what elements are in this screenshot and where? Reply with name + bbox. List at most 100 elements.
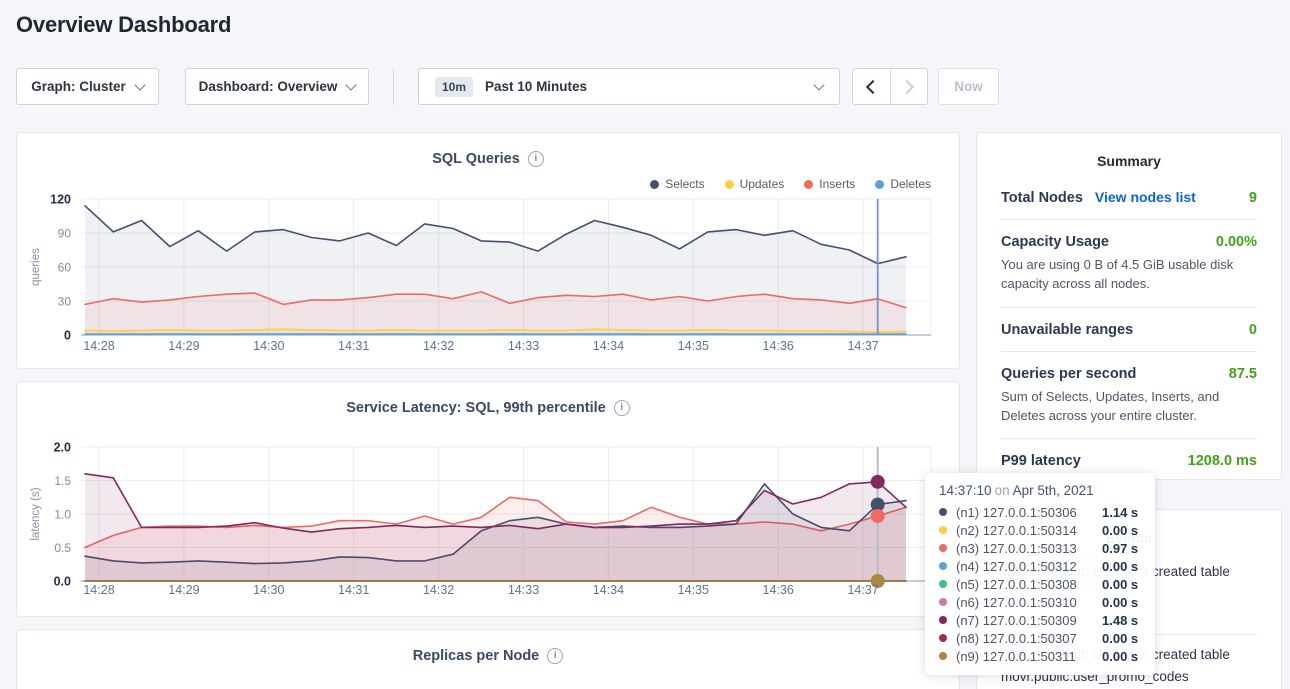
time-range-badge: 10m [435, 77, 473, 97]
tooltip-node-value: 0.00 s [1102, 631, 1138, 646]
tooltip-node-value: 1.48 s [1102, 613, 1138, 628]
x-tick-label: 14:31 [338, 583, 369, 597]
tooltip-row: (n6) 127.0.0.1:503100.00 s [939, 593, 1141, 611]
app-root: Overview Dashboard Graph: Cluster Dashbo… [0, 0, 1290, 689]
hover-point [871, 509, 885, 523]
tooltip-node-value: 0.97 s [1102, 541, 1138, 556]
x-tick-label: 14:34 [593, 339, 624, 353]
time-prev-button[interactable] [853, 69, 891, 104]
y-tick-label: 0.0 [54, 575, 71, 589]
tooltip-node-value: 1.14 s [1102, 505, 1138, 520]
tooltip-node-label: (n5) 127.0.0.1:50308 [956, 577, 1102, 592]
tooltip-row: (n7) 127.0.0.1:503091.48 s [939, 611, 1141, 629]
metric-label: Capacity Usage [1001, 234, 1109, 250]
chart-title: Replicas per Node [17, 648, 959, 664]
summary-metric-head: Queries per second87.5 [1001, 366, 1257, 382]
summary-metric: Total Nodes View nodes list 9 [1001, 175, 1257, 220]
tooltip-row: (n9) 127.0.0.1:503110.00 s [939, 647, 1141, 665]
summary-metric: Capacity Usage0.00%You are using 0 B of … [1001, 220, 1257, 308]
node-color-dot [939, 508, 947, 516]
metric-value: 9 [1249, 190, 1257, 206]
tooltip-node-value: 0.00 s [1102, 595, 1138, 610]
tooltip-row: (n8) 127.0.0.1:503070.00 s [939, 629, 1141, 647]
chevron-down-icon [813, 79, 824, 90]
node-color-dot [939, 616, 947, 624]
tooltip-node-label: (n2) 127.0.0.1:50314 [956, 523, 1102, 538]
summary-metric: Unavailable ranges 0 [1001, 308, 1257, 352]
chart-title-text: Replicas per Node [413, 648, 540, 664]
node-color-dot [939, 544, 947, 552]
now-button[interactable]: Now [938, 68, 999, 105]
time-nav-group [852, 68, 928, 105]
metric-description: Sum of Selects, Updates, Inserts, and De… [1001, 388, 1257, 426]
x-tick-label: 14:28 [83, 583, 114, 597]
tooltip-row: (n1) 127.0.0.1:503061.14 s [939, 503, 1141, 521]
y-tick-label: 0.5 [54, 541, 71, 555]
time-range-dropdown[interactable]: 10m Past 10 Minutes [418, 68, 840, 105]
summary-metric-head: Total Nodes View nodes list 9 [1001, 189, 1257, 206]
summary-metric-head: P99 latency 1208.0 ms [1001, 453, 1257, 469]
metric-value: 0.00% [1216, 234, 1257, 250]
time-next-button[interactable] [891, 69, 928, 104]
tooltip-node-label: (n1) 127.0.0.1:50306 [956, 505, 1102, 520]
x-tick-label: 14:34 [593, 583, 624, 597]
hover-point [871, 475, 885, 489]
summary-metric-head: Capacity Usage 0.00% [1001, 234, 1257, 250]
y-tick-label: 30 [58, 295, 72, 309]
tooltip-row: (n5) 127.0.0.1:503080.00 s [939, 575, 1141, 593]
node-color-dot [939, 562, 947, 570]
tooltip-node-label: (n6) 127.0.0.1:50310 [956, 595, 1102, 610]
tooltip-node-label: (n9) 127.0.0.1:50311 [956, 649, 1102, 664]
service-latency-plot[interactable]: 0.00.51.01.52.014:2814:2914:3014:3114:32… [17, 382, 961, 618]
tooltip-node-value: 0.00 s [1102, 577, 1138, 592]
x-tick-label: 14:36 [763, 339, 794, 353]
y-axis-label: latency (s) [30, 487, 42, 540]
summary-metric: Queries per second87.5 Sum of Selects, Up… [1001, 352, 1257, 440]
graph-dropdown[interactable]: Graph: Cluster [16, 68, 159, 105]
y-tick-label: 120 [50, 193, 71, 207]
chart-hover-tooltip: 14:37:10onApr 5th, 2021 (n1) 127.0.0.1:5… [925, 473, 1155, 675]
node-color-dot [939, 526, 947, 534]
summary-title: Summary [977, 153, 1281, 169]
x-tick-label: 14:31 [338, 339, 369, 353]
x-tick-label: 14:33 [508, 339, 539, 353]
sql-queries-plot[interactable]: 030609012014:2814:2914:3014:3114:3214:33… [17, 133, 961, 370]
series--n7-127-0-0-1-50309 [85, 474, 906, 581]
info-icon[interactable] [547, 648, 563, 664]
x-tick-label: 14:37 [847, 583, 878, 597]
view-nodes-link[interactable]: View nodes list [1095, 189, 1196, 205]
tooltip-node-value: 0.00 s [1102, 649, 1138, 664]
y-tick-label: 1.5 [54, 474, 71, 488]
metric-label: Unavailable ranges [1001, 322, 1133, 338]
x-tick-label: 14:29 [168, 583, 199, 597]
x-tick-label: 14:35 [678, 583, 709, 597]
service-latency-chart-card: Service Latency: SQL, 99th percentile 0.… [16, 381, 960, 617]
metric-value: 1208.0 ms [1188, 453, 1257, 469]
tooltip-time: 14:37:10 [939, 483, 992, 498]
metric-label: P99 latency [1001, 453, 1081, 469]
y-tick-label: 60 [58, 261, 72, 275]
summary-metric-head: Unavailable ranges 0 [1001, 322, 1257, 338]
tooltip-row: (n4) 127.0.0.1:503120.00 s [939, 557, 1141, 575]
y-tick-label: 1.0 [54, 508, 71, 522]
x-tick-label: 14:29 [168, 339, 199, 353]
replicas-per-node-chart-card: Replicas per Node [16, 629, 960, 689]
y-axis-label: queries [30, 248, 42, 286]
x-tick-label: 14:37 [847, 339, 878, 353]
dashboard-dropdown-label: Dashboard: Overview [199, 79, 338, 94]
x-tick-label: 14:36 [763, 583, 794, 597]
page-title: Overview Dashboard [16, 12, 231, 38]
dashboard-dropdown[interactable]: Dashboard: Overview [185, 68, 369, 105]
tooltip-row: (n2) 127.0.0.1:503140.00 s [939, 521, 1141, 539]
x-tick-label: 14:33 [508, 583, 539, 597]
graph-dropdown-label: Graph: Cluster [31, 79, 126, 94]
tooltip-rows: (n1) 127.0.0.1:503061.14 s(n2) 127.0.0.1… [939, 503, 1141, 665]
metric-value: 0 [1249, 322, 1257, 338]
node-color-dot [939, 580, 947, 588]
time-range-label: Past 10 Minutes [485, 79, 587, 94]
tooltip-on: on [995, 483, 1010, 498]
series-inserts [85, 292, 906, 335]
node-color-dot [939, 652, 947, 660]
metric-label: Total Nodes [1001, 190, 1083, 206]
chevron-right-icon [900, 79, 914, 93]
